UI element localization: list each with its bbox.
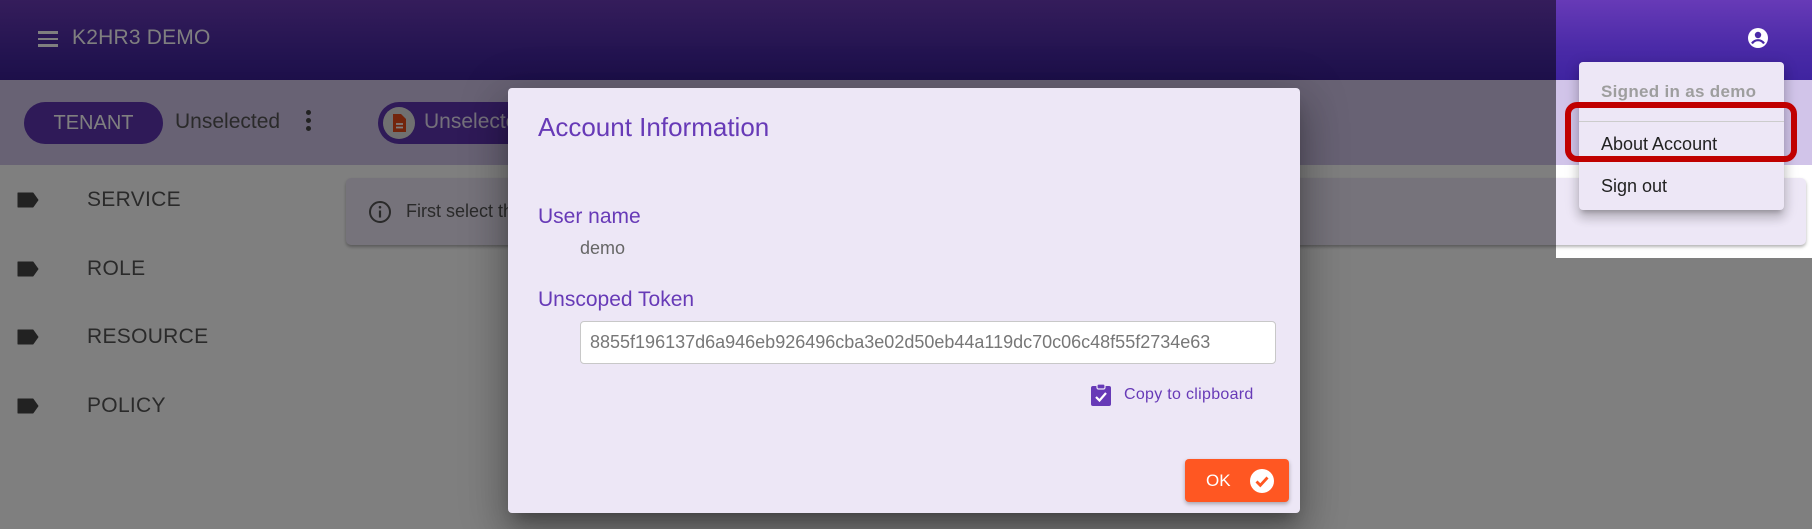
- dialog-title: Account Information: [538, 112, 770, 142]
- user-name-value: demo: [580, 238, 626, 258]
- unscoped-token-label: Unscoped Token: [538, 288, 695, 311]
- signed-in-as-text: Signed in as demo: [1601, 82, 1757, 101]
- account-menu: Signed in as demo About Account Sign out: [1579, 62, 1784, 210]
- check-circle-icon: [1249, 468, 1274, 493]
- menu-item-about-account[interactable]: About Account: [1579, 124, 1784, 164]
- user-name-label: User name: [538, 205, 641, 228]
- account-information-dialog: Account Information User name demo Unsco…: [508, 88, 1300, 513]
- copy-to-clipboard-label: Copy to clipboard: [1124, 386, 1254, 403]
- clipboard-check-icon: [1091, 383, 1111, 406]
- menu-divider: [1579, 121, 1784, 122]
- ok-button[interactable]: OK: [1185, 459, 1289, 502]
- account-menu-callout: Signed in as demo About Account Sign out: [1556, 0, 1812, 258]
- unscoped-token-field[interactable]: [580, 321, 1276, 364]
- ok-button-label: OK: [1206, 470, 1231, 490]
- copy-to-clipboard-button[interactable]: Copy to clipboard: [1090, 383, 1254, 407]
- account-icon[interactable]: [1746, 26, 1770, 50]
- menu-item-sign-out[interactable]: Sign out: [1579, 166, 1784, 206]
